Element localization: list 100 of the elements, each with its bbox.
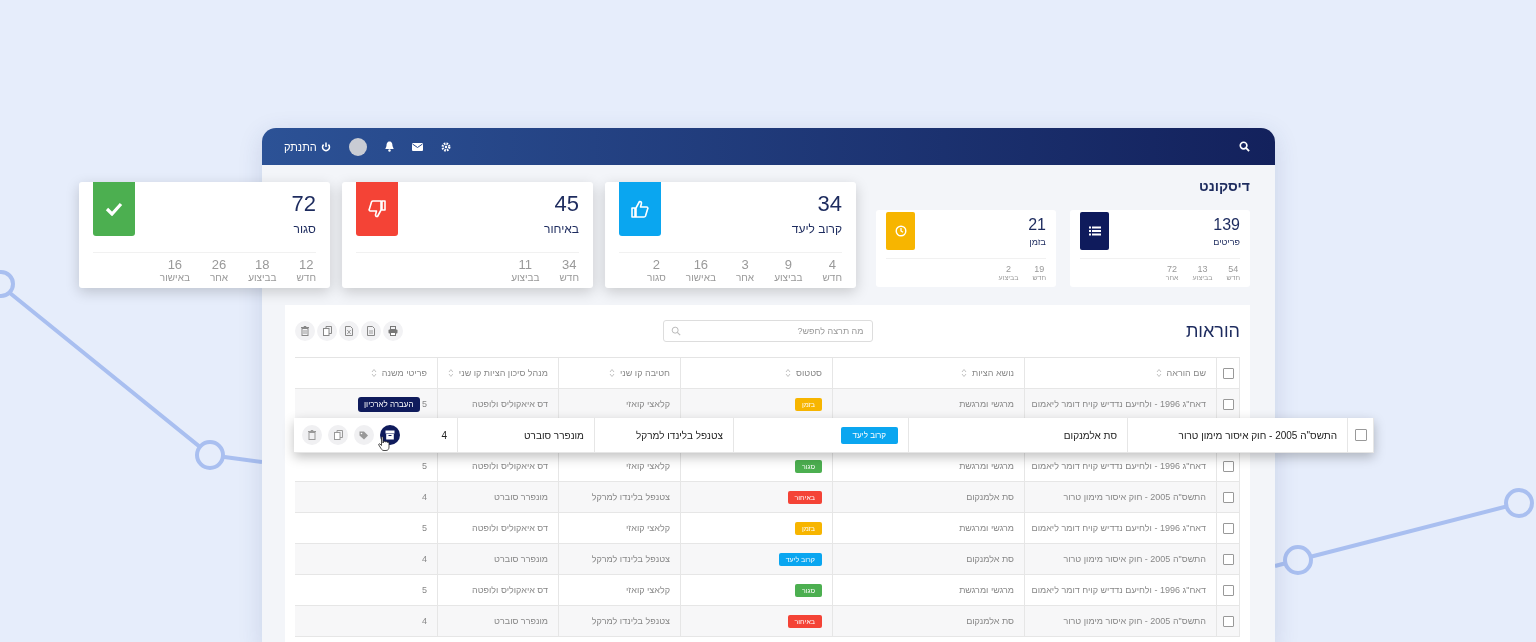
search-icon [670, 326, 681, 336]
file-icon [367, 326, 375, 336]
copy-button[interactable] [317, 321, 337, 341]
stat-label: חדש [559, 272, 579, 283]
bell-icon[interactable] [384, 141, 394, 152]
spreadsheet-button[interactable] [339, 321, 359, 341]
table-cell: מונפרר סוברט [437, 482, 558, 512]
table-cell: צטנפל בלינדו למרקל [558, 606, 680, 636]
row-checkbox[interactable] [1222, 584, 1234, 596]
sort-icon[interactable] [608, 368, 615, 378]
mail-icon[interactable] [411, 142, 423, 151]
card-value: 72 [291, 191, 316, 217]
row-checkbox[interactable] [1222, 615, 1234, 627]
stat-value: 54 [1228, 264, 1239, 274]
card-value: 21 [1028, 216, 1046, 234]
card-label: סגור [292, 222, 316, 236]
table-cell: מונפרר סוברט [437, 544, 558, 574]
stat-value: 2 [1005, 264, 1011, 274]
stat-value: 26 [211, 257, 227, 272]
logout-button[interactable]: התנתק [284, 140, 331, 153]
card-value: 45 [553, 191, 579, 217]
avatar[interactable] [348, 137, 367, 156]
row-checkbox[interactable] [1222, 398, 1234, 410]
stat-label: חדש [296, 272, 316, 283]
column-header[interactable]: פריטי משנה [381, 368, 427, 378]
table-cell: מרגשי ומרגשת [832, 575, 1024, 605]
table-cell: 5 [422, 585, 427, 595]
tag-icon [358, 430, 370, 440]
table-cell: 5 [422, 461, 427, 471]
column-header[interactable]: נושא הציות [971, 368, 1014, 378]
tooltip: העברה לארכיון [358, 397, 420, 412]
table-cell: 4 [422, 616, 427, 626]
card-value: 139 [1213, 216, 1240, 234]
stat-value: 3 [741, 257, 749, 272]
table-cell: התשס"ה 2005 - חוק איסור מימון טרור [1127, 418, 1347, 452]
table-cell: צטנפל בלינדו למרקל [594, 418, 733, 452]
card-label: באיחור [544, 222, 579, 236]
card-label: קרוב ליעד [791, 222, 842, 236]
table-cell: סת אלמנקום [832, 606, 1024, 636]
table-cell: 4 [422, 492, 427, 502]
archive-box-icon [385, 430, 395, 440]
tag-button[interactable] [354, 425, 374, 445]
sort-icon[interactable] [785, 368, 792, 378]
table-cell: צטנפל בלינדו למרקל [558, 482, 680, 512]
search-icon[interactable] [1239, 141, 1250, 152]
status-badge: קרוב ליעד [840, 426, 898, 444]
stat-label: סגור [647, 272, 666, 283]
stat-value: 34 [562, 257, 577, 272]
table-cell: קלאצי קואזי [558, 575, 680, 605]
trash-icon [308, 430, 316, 440]
stat-label: אחר [735, 272, 755, 283]
stat-value: 19 [1034, 264, 1045, 274]
page-title: דיסקונט [1198, 178, 1250, 196]
column-header[interactable]: חטיבה קו שני [619, 368, 670, 378]
delete-button[interactable] [302, 425, 322, 445]
table-cell: דאח"ג 1996 - ולחיעם נדדיש קויח דומר ליאמום [1024, 451, 1216, 481]
trash-icon [301, 326, 309, 336]
row-checkbox[interactable] [1354, 429, 1367, 441]
copy-icon [322, 326, 332, 336]
stat-label: באישור [685, 272, 716, 283]
table-cell: מרגשי ומרגשת [832, 451, 1024, 481]
table-cell: מרגשי ומרגשת [832, 513, 1024, 543]
settings-icon[interactable] [440, 141, 451, 152]
archive-button[interactable] [380, 425, 400, 445]
print-button[interactable] [383, 321, 403, 341]
stat-label: חדש [822, 272, 842, 283]
copy-button[interactable] [328, 425, 348, 445]
column-header[interactable]: שם הוראה [1166, 368, 1206, 378]
file-button[interactable] [361, 321, 381, 341]
stat-label: באישור [159, 272, 190, 283]
stat-label: אחר [209, 272, 229, 283]
table-cell: התשס"ה 2005 - חוק איסור מימון טרור [1024, 544, 1216, 574]
sort-icon[interactable] [960, 368, 967, 378]
table-cell: 5 [422, 399, 427, 409]
row-checkbox[interactable] [1222, 522, 1234, 534]
table-cell: דאח"ג 1996 - ולחיעם נדדיש קויח דומר ליאמום [1024, 513, 1216, 543]
sort-icon[interactable] [370, 368, 377, 378]
column-header[interactable]: מנהל סיכון הציות קו שני [458, 368, 548, 378]
stat-value: 2 [652, 257, 661, 272]
stat-label: בביצוע [774, 272, 803, 283]
row-checkbox[interactable] [1222, 460, 1234, 472]
stat-value: 16 [167, 257, 183, 272]
card-value: 34 [816, 191, 842, 217]
stat-value: 9 [784, 257, 792, 272]
delete-button[interactable] [295, 321, 315, 341]
select-all-checkbox[interactable] [1222, 367, 1234, 379]
stat-label: בביצוע [511, 272, 540, 283]
row-checkbox[interactable] [1222, 553, 1234, 565]
sort-icon[interactable] [1155, 368, 1162, 378]
search-field[interactable]: מה תרצה לחפש? [662, 320, 873, 342]
table-cell: מונפרר סוברט [457, 418, 594, 452]
row-checkbox[interactable] [1222, 491, 1234, 503]
stat-value: 12 [299, 257, 314, 272]
table-cell: קלאצי קואזי [558, 513, 680, 543]
sort-icon[interactable] [448, 368, 454, 378]
table-cell: סת אלמנקום [908, 418, 1127, 452]
table-cell: מונפרר סוברט [437, 606, 558, 636]
column-header[interactable]: סטטוס [796, 368, 822, 378]
card-label: בזמן [1028, 237, 1046, 247]
stat-value: 13 [1197, 264, 1208, 274]
